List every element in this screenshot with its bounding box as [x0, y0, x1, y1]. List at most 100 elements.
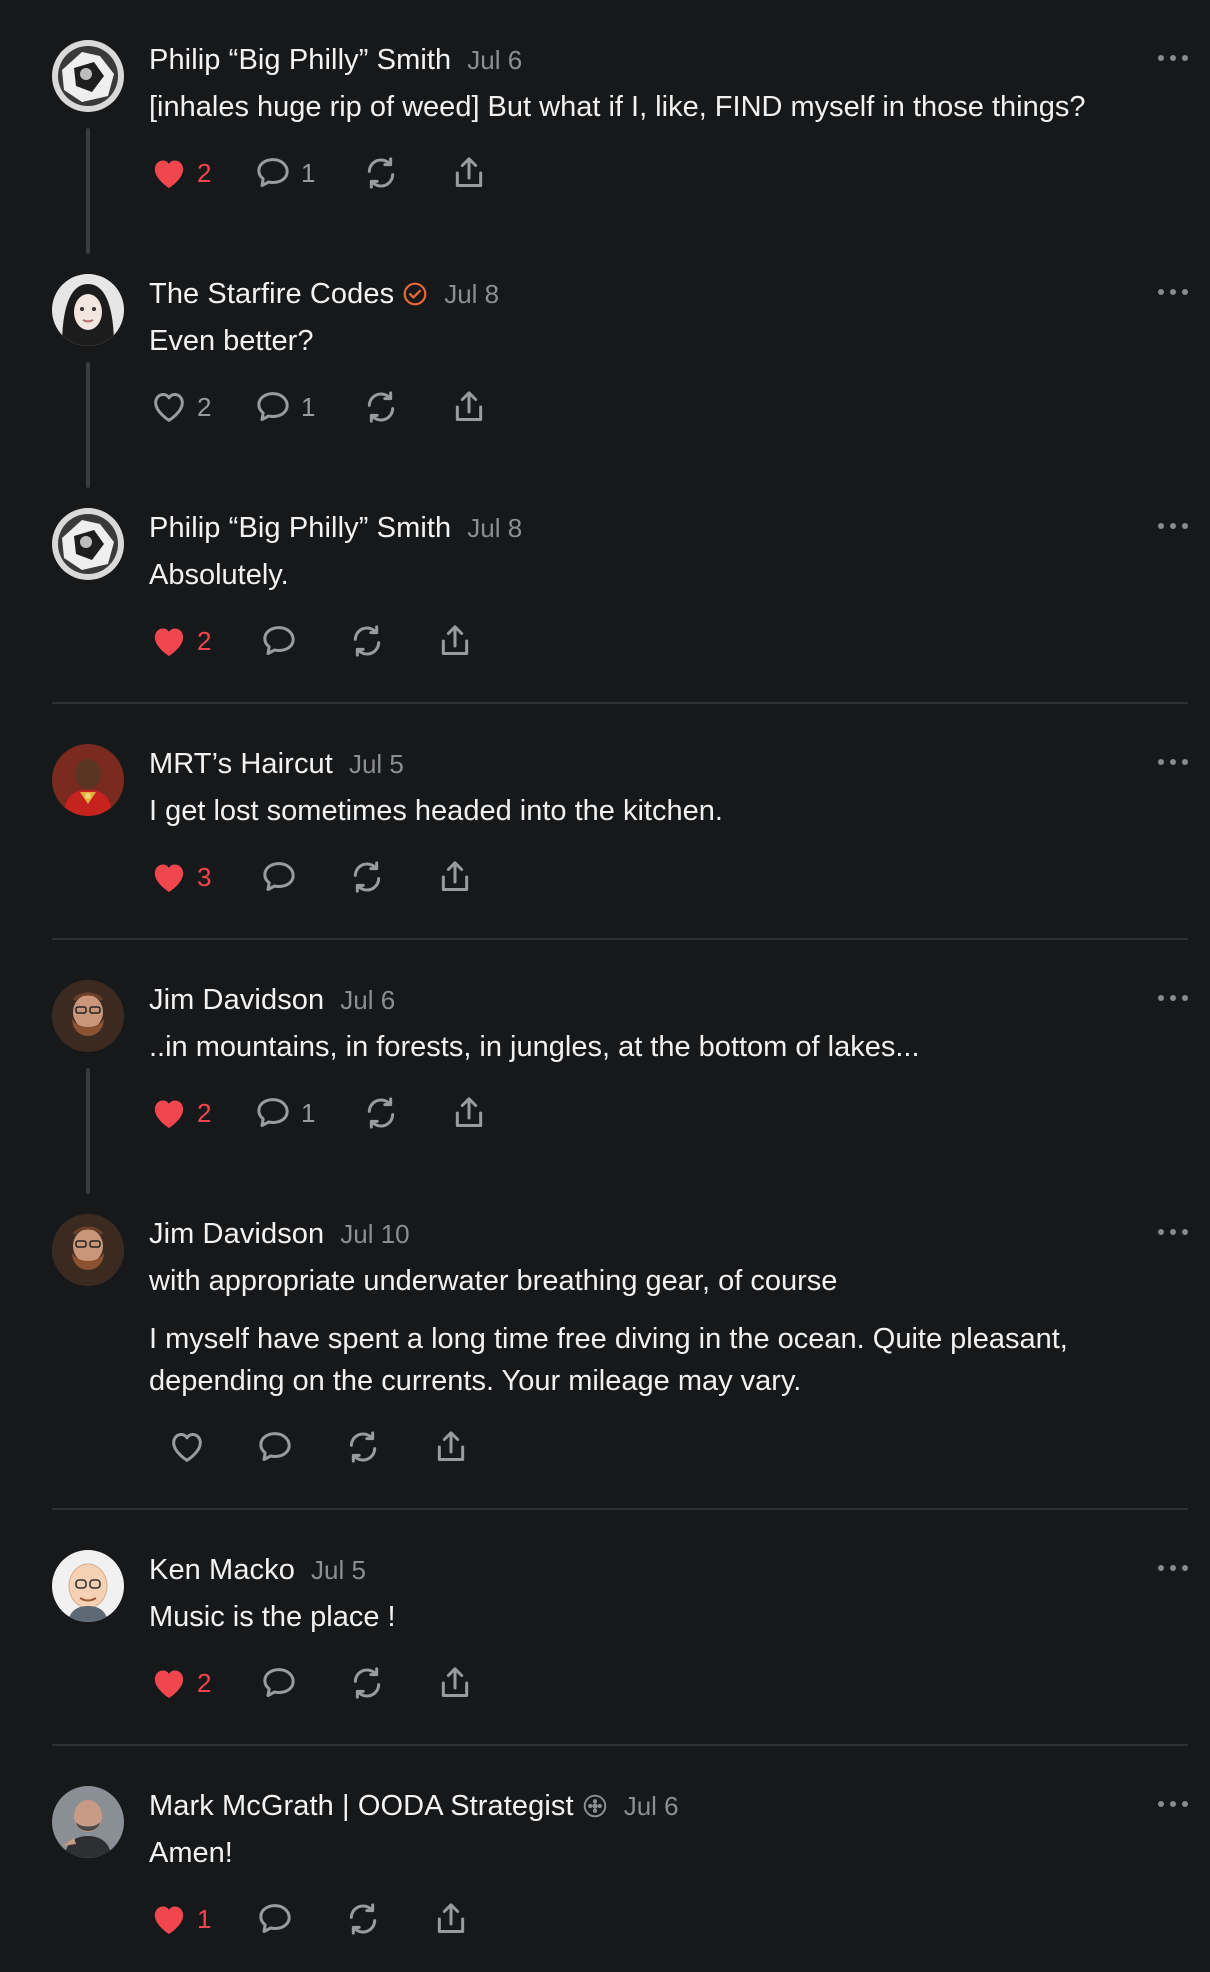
- more-options-icon[interactable]: [1158, 1222, 1188, 1242]
- avatar[interactable]: [52, 40, 124, 112]
- post-text: with appropriate underwater breathing ge…: [149, 1265, 1068, 1397]
- reply-post[interactable]: Philip “Big Philly” Smith Jul 6 [inhales…: [0, 40, 1210, 254]
- action-bar: 2 1: [149, 382, 1188, 432]
- author-name[interactable]: Mark McGrath | OODA Strategist: [149, 1790, 574, 1823]
- share-icon: [455, 1097, 483, 1127]
- repost-icon: [353, 1667, 381, 1699]
- reply-post[interactable]: Ken Macko Jul 5 Music is the place ! 2: [0, 1550, 1210, 1708]
- author-name[interactable]: Philip “Big Philly” Smith: [149, 512, 451, 545]
- repost-button[interactable]: [361, 1088, 449, 1138]
- more-options-icon[interactable]: [1158, 516, 1188, 536]
- reply-button[interactable]: [259, 1658, 347, 1708]
- post-date[interactable]: Jul 8: [444, 279, 499, 310]
- reply-post[interactable]: Philip “Big Philly” Smith Jul 8 Absolute…: [0, 508, 1210, 666]
- like-button[interactable]: 2: [149, 148, 253, 198]
- post-date[interactable]: Jul 6: [624, 1791, 679, 1822]
- action-bar: 2: [149, 616, 1188, 666]
- more-options-icon[interactable]: [1158, 1794, 1188, 1814]
- reply-button[interactable]: 1: [253, 382, 361, 432]
- share-button[interactable]: [449, 148, 497, 198]
- repost-button[interactable]: [343, 1422, 431, 1472]
- post-date[interactable]: Jul 10: [340, 1219, 409, 1250]
- reply-post[interactable]: MRT’s Haircut Jul 5 I get lost sometimes…: [0, 744, 1210, 902]
- action-bar: 1: [149, 1894, 1188, 1944]
- more-options-icon[interactable]: [1158, 988, 1188, 1008]
- repost-button[interactable]: [361, 148, 449, 198]
- share-button[interactable]: [431, 1894, 479, 1944]
- avatar[interactable]: [52, 508, 124, 580]
- avatar[interactable]: [52, 1214, 124, 1286]
- reply-button[interactable]: [255, 1894, 343, 1944]
- post-date[interactable]: Jul 8: [467, 513, 522, 544]
- comment-icon: [263, 626, 295, 655]
- avatar[interactable]: [52, 980, 124, 1052]
- thread-line: [86, 1068, 90, 1194]
- repost-button[interactable]: [361, 382, 449, 432]
- like-count: 2: [197, 1097, 212, 1128]
- share-icon: [441, 625, 469, 655]
- avatar[interactable]: [52, 744, 124, 816]
- action-bar: [149, 1422, 1188, 1472]
- comment-icon: [259, 1432, 291, 1461]
- like-button[interactable]: [149, 1422, 255, 1472]
- repost-button[interactable]: [347, 852, 435, 902]
- reply-button[interactable]: 1: [253, 1088, 361, 1138]
- reply-button[interactable]: [255, 1422, 343, 1472]
- like-button[interactable]: 2: [149, 382, 253, 432]
- share-button[interactable]: [449, 382, 497, 432]
- post-date[interactable]: Jul 6: [340, 985, 395, 1016]
- post-date[interactable]: Jul 5: [311, 1555, 366, 1586]
- share-button[interactable]: [435, 852, 483, 902]
- like-button[interactable]: 1: [149, 1894, 255, 1944]
- more-options-icon[interactable]: [1158, 282, 1188, 302]
- share-button[interactable]: [435, 616, 483, 666]
- like-button[interactable]: 3: [149, 852, 259, 902]
- author-name[interactable]: Ken Macko: [149, 1554, 295, 1587]
- share-button[interactable]: [449, 1088, 497, 1138]
- repost-button[interactable]: [347, 616, 435, 666]
- repost-button[interactable]: [343, 1894, 431, 1944]
- more-options-icon[interactable]: [1158, 1558, 1188, 1578]
- reply-post[interactable]: Mark McGrath | OODA Strategist Jul 6 Ame…: [0, 1786, 1210, 1944]
- like-button[interactable]: 2: [149, 616, 259, 666]
- flower-badge-icon: [582, 1793, 608, 1819]
- share-icon: [437, 1903, 465, 1933]
- thread-line: [86, 128, 90, 254]
- like-button[interactable]: 2: [149, 1658, 259, 1708]
- like-button[interactable]: 2: [149, 1088, 253, 1138]
- share-button[interactable]: [435, 1658, 483, 1708]
- reply-button[interactable]: [259, 616, 347, 666]
- heart-filled-icon: [154, 864, 184, 892]
- like-count: 1: [197, 1903, 212, 1934]
- heart-outline-icon: [172, 1433, 202, 1462]
- share-icon: [455, 157, 483, 187]
- comment-icon: [257, 158, 289, 187]
- reply-button[interactable]: [259, 852, 347, 902]
- action-bar: 2 1: [149, 148, 1188, 198]
- post-date[interactable]: Jul 5: [349, 749, 404, 780]
- repost-button[interactable]: [347, 1658, 435, 1708]
- reply-post[interactable]: The Starfire Codes Jul 8 Even better? 2 …: [0, 274, 1210, 488]
- share-icon: [441, 1667, 469, 1697]
- thread-divider: [52, 702, 1188, 704]
- author-name[interactable]: Jim Davidson: [149, 1218, 324, 1251]
- avatar[interactable]: [52, 1550, 124, 1622]
- more-options-icon[interactable]: [1158, 752, 1188, 772]
- share-icon: [441, 861, 469, 891]
- share-button[interactable]: [431, 1422, 479, 1472]
- author-name[interactable]: The Starfire Codes: [149, 278, 394, 311]
- avatar[interactable]: [52, 1786, 124, 1858]
- avatar[interactable]: [52, 274, 124, 346]
- author-name[interactable]: Philip “Big Philly” Smith: [149, 44, 451, 77]
- post-text: [inhales huge rip of weed] But what if I…: [149, 91, 1086, 123]
- reply-post[interactable]: Jim Davidson Jul 6 ..in mountains, in fo…: [0, 980, 1210, 1194]
- author-name[interactable]: MRT’s Haircut: [149, 748, 333, 781]
- post-text: Amen!: [149, 1837, 233, 1869]
- author-name[interactable]: Jim Davidson: [149, 984, 324, 1017]
- thread-divider: [52, 1744, 1188, 1746]
- post-date[interactable]: Jul 6: [467, 45, 522, 76]
- like-count: 2: [197, 625, 212, 656]
- more-options-icon[interactable]: [1158, 48, 1188, 68]
- reply-post[interactable]: Jim Davidson Jul 10 with appropriate und…: [0, 1214, 1210, 1472]
- reply-button[interactable]: 1: [253, 148, 361, 198]
